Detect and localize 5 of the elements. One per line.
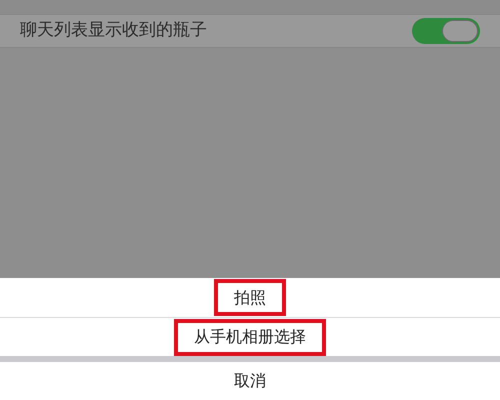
setting-label: 聊天列表显示收到的瓶子 bbox=[20, 19, 207, 42]
cancel-button[interactable]: 取消 bbox=[0, 362, 500, 400]
sheet-option[interactable]: 从手机相册选择 bbox=[174, 318, 326, 356]
toggle-switch[interactable] bbox=[412, 18, 480, 44]
sheet-option[interactable]: 拍照 bbox=[214, 279, 286, 316]
